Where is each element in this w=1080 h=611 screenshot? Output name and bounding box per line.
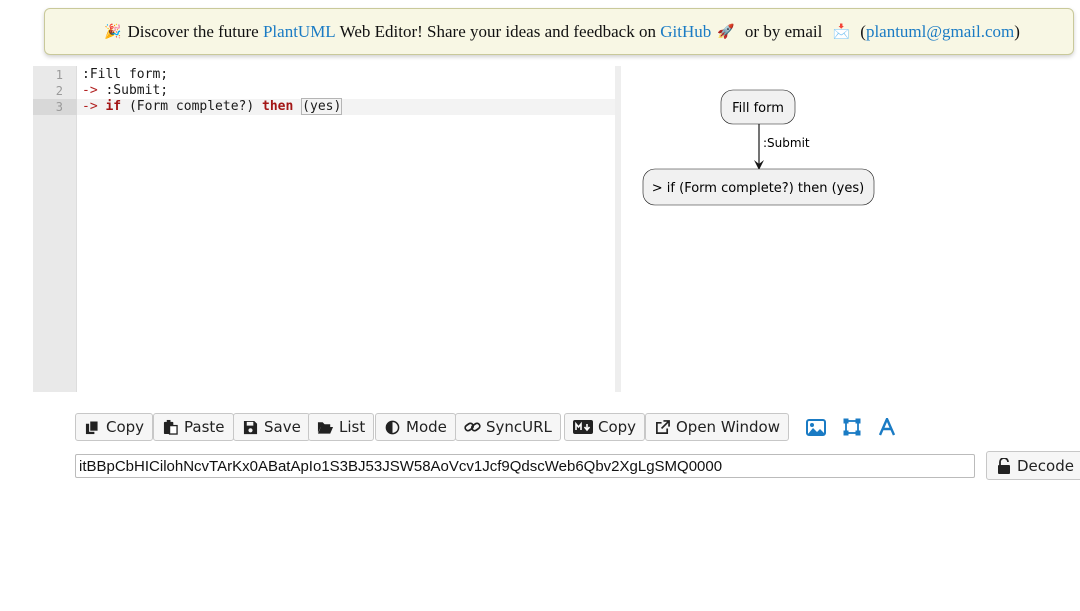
end-activity-node: > if (Form complete?) then (yes) [642,168,875,206]
paste-label: Paste [184,418,225,436]
then-keyword: then [262,99,294,114]
markdown-icon [573,419,593,436]
list-button[interactable]: List [308,413,375,441]
edge-label: :Submit [763,136,810,150]
open-window-label: Open Window [676,418,780,436]
if-keyword: if [105,99,122,114]
decode-label: Decode [1017,456,1074,475]
inbox-icon: 📩 [832,23,851,40]
list-label: List [339,418,366,436]
start-node-label: Fill form [732,101,784,116]
mode-button[interactable]: Mode [375,413,456,441]
code-text: :Submit; [97,83,169,98]
line-number-active: 3 [33,99,77,115]
arrow-token: -> [82,83,98,98]
code-editor[interactable]: 1 2 3 :Fill form; -> :Submit; -> if (For… [33,66,615,392]
mode-label: Mode [406,418,447,436]
code-line-3[interactable]: -> if (Form complete?) then (yes) [77,98,615,115]
syncurl-label: SyncURL [486,418,552,436]
transition-arrow: :Submit [754,124,810,170]
code-text: :Fill form; [82,67,169,82]
link-icon [464,419,481,436]
paste-button[interactable]: Paste [153,413,234,441]
banner-text: ) [1014,21,1020,41]
announcement-banner: 🎉 Discover the future PlantUML Web Edito… [44,8,1074,55]
banner-text: ( [856,21,866,41]
banner-text: or by email [740,21,827,41]
line-number: 2 [55,84,63,98]
copy-button[interactable]: Copy [75,413,154,441]
vector-icon[interactable] [841,416,863,438]
email-link[interactable]: plantuml@gmail.com [866,22,1014,42]
md-copy-label: Copy [598,418,637,436]
code-line-2[interactable]: -> :Submit; [77,83,615,99]
save-button[interactable]: Save [233,413,310,441]
end-node-label: > if (Form complete?) then (yes) [652,181,864,196]
code-text: (Form complete?) [121,99,263,114]
encoded-url-input[interactable] [75,454,975,478]
unlock-icon [995,457,1012,474]
start-activity-node: Fill form [720,89,796,125]
rocket-icon: 🚀 [717,23,735,40]
syncurl-button[interactable]: SyncURL [455,413,561,441]
github-link[interactable]: GitHub [660,22,711,42]
floppy-disk-icon [242,419,259,436]
arrow-token: -> [82,99,98,114]
open-window-button[interactable]: Open Window [645,413,789,441]
copy-label: Copy [106,418,145,436]
code-line-1[interactable]: :Fill form; [77,67,615,83]
folder-open-icon [317,419,334,436]
banner-text: Web Editor! Share your ideas and feedbac… [335,21,661,41]
copy-markdown-button[interactable]: Copy [564,413,646,441]
banner-text: Discover the future [127,21,263,41]
ascii-icon[interactable] [876,416,898,438]
party-popper-icon: 🎉 [104,23,122,40]
decode-button[interactable]: Decode [986,451,1080,480]
plantuml-link[interactable]: PlantUML [263,22,336,42]
diagram-preview: Fill form :Submit > if (Form complete?) … [621,66,1080,392]
line-number: 1 [55,68,63,82]
matched-bracket-text: (yes) [301,98,343,115]
save-label: Save [264,418,301,436]
copy-icon [84,419,101,436]
external-link-icon [654,419,671,436]
line-number-gutter: 1 2 3 [33,66,77,392]
paste-icon [162,419,179,436]
contrast-icon [384,419,401,436]
image-icon[interactable] [805,416,827,438]
